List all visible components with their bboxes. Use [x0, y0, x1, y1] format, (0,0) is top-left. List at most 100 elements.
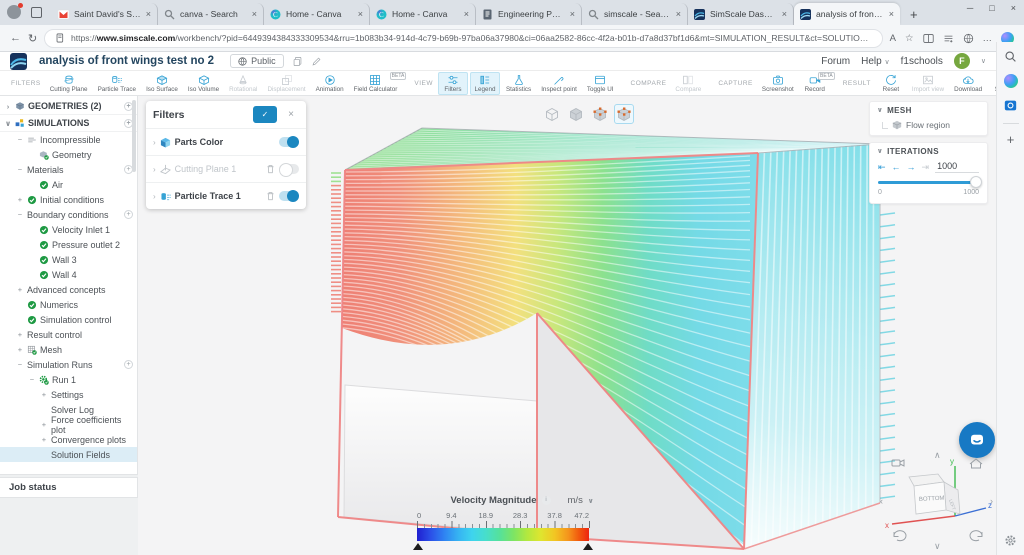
- browser-tab[interactable]: Saint David's Secondary S×: [52, 3, 158, 25]
- favorite-star-icon[interactable]: ☆: [905, 33, 914, 44]
- tree-item-numerics[interactable]: Numerics: [0, 297, 137, 312]
- iteration-value-field[interactable]: 1000: [935, 161, 979, 173]
- browser-tab[interactable]: analysis of front wings te×: [794, 3, 900, 25]
- home-view-icon[interactable]: [970, 459, 982, 468]
- tree-item-simulation-runs[interactable]: −Simulation Runs+: [0, 357, 137, 372]
- tree-item-materials[interactable]: −Materials+: [0, 162, 137, 177]
- browser-tab[interactable]: CHome - Canva×: [370, 3, 476, 25]
- tree-item-velocity-inlet-1[interactable]: Velocity Inlet 1: [0, 222, 137, 237]
- textured-cube-button[interactable]: [590, 104, 610, 124]
- iteration-slider[interactable]: [878, 176, 979, 188]
- toggle-ui-button[interactable]: Toggle UI: [583, 72, 618, 95]
- record-button[interactable]: RecordBETA: [800, 72, 830, 95]
- back-button[interactable]: ←: [10, 32, 21, 44]
- extensions-icon[interactable]: [963, 33, 974, 44]
- tree-expander-icon[interactable]: +: [16, 345, 24, 354]
- rotational-button[interactable]: Rotational: [225, 72, 261, 95]
- scale-min-marker[interactable]: [413, 543, 423, 550]
- avatar[interactable]: F: [954, 53, 970, 69]
- field-calculator-button[interactable]: Field CalculatorBETA: [350, 72, 402, 95]
- tree-expander-icon[interactable]: −: [16, 165, 24, 174]
- tree-add-button[interactable]: +: [124, 360, 133, 369]
- displacement-button[interactable]: Displacement: [263, 72, 309, 95]
- tree-item-result-control[interactable]: +Result control: [0, 327, 137, 342]
- last-iteration-button[interactable]: ⇥: [922, 162, 930, 173]
- legend-button[interactable]: Legend: [470, 72, 500, 95]
- browser-profile-icon[interactable]: [7, 5, 21, 19]
- tree-expander-icon[interactable]: +: [40, 435, 48, 444]
- sidebar-scrollbar[interactable]: [132, 100, 136, 172]
- more-menu-icon[interactable]: …: [983, 33, 993, 44]
- tab-close-icon[interactable]: ×: [358, 9, 363, 19]
- perspective-camera-icon[interactable]: [892, 460, 904, 466]
- account-chevron-icon[interactable]: ∨: [981, 57, 986, 65]
- tree-item-wall-4[interactable]: Wall 4: [0, 267, 137, 282]
- statistics-button[interactable]: Statistics: [502, 72, 535, 95]
- visibility-badge[interactable]: Public: [230, 54, 284, 68]
- tree-item-force-coefficients-plot[interactable]: +Force coefficients plot: [0, 417, 137, 432]
- inspect-point-button[interactable]: Inspect point: [537, 72, 581, 95]
- orientation-widget[interactable]: ∧ ∨ ‹ › y: [878, 448, 996, 552]
- import-view-button[interactable]: Import view: [908, 72, 948, 95]
- close-button[interactable]: ×: [1011, 3, 1016, 13]
- iso-volume-button[interactable]: Iso Volume: [184, 72, 223, 95]
- tree-item-advanced-concepts[interactable]: +Advanced concepts: [0, 282, 137, 297]
- mesh-card-header[interactable]: ∨ MESH: [870, 102, 987, 118]
- trash-icon[interactable]: [266, 164, 275, 174]
- trash-icon[interactable]: [266, 191, 275, 201]
- apply-filters-button[interactable]: ✓: [253, 106, 277, 123]
- info-icon[interactable]: i: [542, 496, 551, 505]
- split-screen-icon[interactable]: [923, 33, 934, 44]
- tree-item-settings[interactable]: +Settings: [0, 387, 137, 402]
- tree-item-convergence-plots[interactable]: +Convergence plots: [0, 432, 137, 447]
- browser-tab[interactable]: simscale - Search×: [582, 3, 688, 25]
- minimize-button[interactable]: ─: [967, 3, 973, 13]
- tab-close-icon[interactable]: ×: [676, 9, 681, 19]
- particle-trace-button[interactable]: Particle Trace: [94, 72, 141, 95]
- color-scale-bar[interactable]: 09.418.928.337.847.2: [417, 528, 589, 541]
- tree-item-boundary-conditions[interactable]: −Boundary conditions+: [0, 207, 137, 222]
- read-aloud-icon[interactable]: A: [890, 33, 896, 44]
- iterations-card-header[interactable]: ∨ ITERATIONS: [870, 143, 987, 159]
- tree-item-simulations[interactable]: ∨SIMULATIONS+: [0, 115, 137, 132]
- tree-item-geometry[interactable]: Geometry: [0, 147, 137, 162]
- navigation-cube[interactable]: BOTTOM LEFT: [909, 474, 960, 514]
- tree-expander-icon[interactable]: +: [16, 285, 24, 294]
- rotate-cw-icon[interactable]: [970, 531, 982, 541]
- tree-item-wall-3[interactable]: Wall 3: [0, 252, 137, 267]
- tab-close-icon[interactable]: ×: [782, 9, 787, 19]
- browser-tab[interactable]: CHome - Canva×: [264, 3, 370, 25]
- tree-item-simulation-control[interactable]: Simulation control: [0, 312, 137, 327]
- filter-row-parts-color[interactable]: ›Parts Color: [146, 128, 306, 155]
- close-filters-icon[interactable]: ×: [283, 107, 299, 123]
- rotate-ccw-icon[interactable]: [894, 531, 906, 541]
- tree-expander-icon[interactable]: ›: [4, 102, 12, 111]
- visibility-toggle[interactable]: [279, 191, 299, 201]
- tree-item-pressure-outlet-2[interactable]: Pressure outlet 2: [0, 237, 137, 252]
- tree-item-run-1[interactable]: −Run 1: [0, 372, 137, 387]
- row-expander-icon[interactable]: ›: [153, 138, 156, 147]
- textured-cube-selected-button[interactable]: [614, 104, 634, 124]
- animation-button[interactable]: Animation: [312, 72, 348, 95]
- wireframe-cube-button[interactable]: [542, 104, 562, 124]
- rotate-up-chevron[interactable]: ∧: [934, 450, 941, 460]
- tab-close-icon[interactable]: ×: [252, 9, 257, 19]
- tree-expander-icon[interactable]: −: [16, 135, 24, 144]
- filter-row-cutting-plane-1[interactable]: ›Cutting Plane 1: [146, 155, 306, 182]
- copilot-sidebar-icon[interactable]: [1004, 74, 1018, 88]
- mesh-item-flow-region[interactable]: Flow region: [870, 118, 987, 134]
- compare-button[interactable]: Compare: [671, 72, 705, 95]
- tab-close-icon[interactable]: ×: [889, 9, 894, 19]
- tree-item-incompressible[interactable]: −Incompressible: [0, 132, 137, 147]
- refresh-button[interactable]: ↻: [28, 32, 37, 45]
- tree-expander-icon[interactable]: +: [40, 390, 48, 399]
- row-expander-icon[interactable]: ›: [153, 165, 156, 174]
- help-menu[interactable]: Help ∨: [861, 56, 889, 67]
- tab-actions-icon[interactable]: [31, 7, 42, 18]
- tree-expander-icon[interactable]: −: [16, 210, 24, 219]
- row-expander-icon[interactable]: ›: [153, 192, 156, 201]
- tree-item-initial-conditions[interactable]: +Initial conditions: [0, 192, 137, 207]
- tree-expander-icon[interactable]: +: [40, 420, 48, 429]
- tree-item-mesh[interactable]: +Mesh: [0, 342, 137, 357]
- next-iteration-button[interactable]: →: [907, 162, 916, 172]
